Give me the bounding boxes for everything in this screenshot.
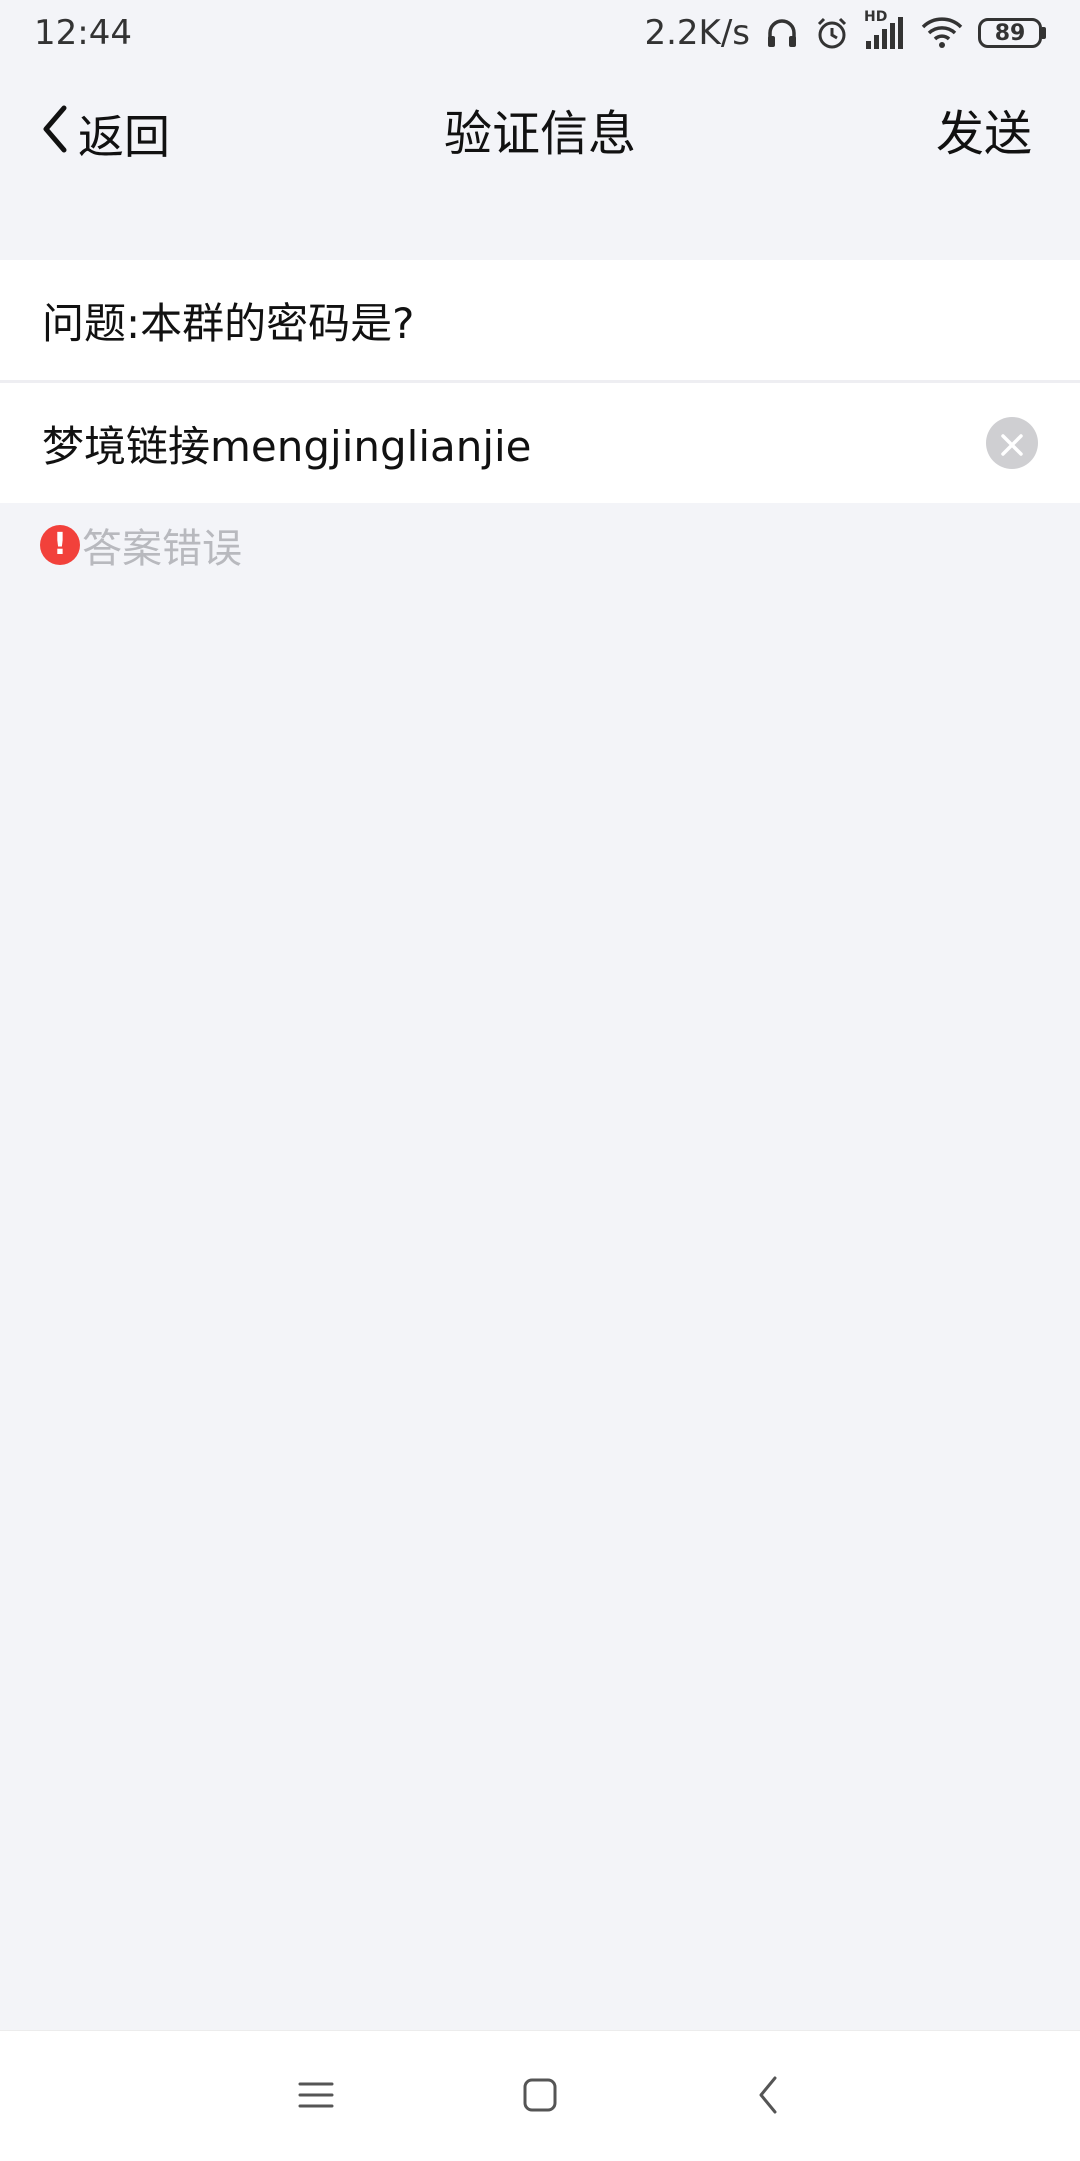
headphones-icon [764, 15, 800, 51]
clear-button[interactable] [986, 417, 1038, 469]
answer-field[interactable]: 梦境链接mengjinglianjie [0, 383, 1080, 503]
back-label: 返回 [78, 110, 170, 164]
signal-icon: HD [864, 9, 906, 51]
error-text: 答案错误 [82, 526, 242, 572]
navigation-bar [0, 2030, 1080, 2161]
send-button[interactable]: 发送 [936, 104, 1032, 164]
status-icons: 2.2K/s HD 89 [644, 9, 1046, 53]
close-icon [999, 419, 1025, 468]
alarm-icon [814, 15, 850, 51]
wifi-icon [920, 15, 964, 51]
error-icon: ! [40, 525, 80, 565]
signal-hd-label: HD [864, 9, 888, 25]
question-row: 问题:本群的密码是? [0, 260, 1080, 380]
home-icon[interactable] [518, 2073, 562, 2117]
network-speed: 2.2K/s [644, 13, 750, 53]
back-icon[interactable] [746, 2073, 790, 2117]
question-text: 问题:本群的密码是? [42, 298, 415, 348]
title-bar: 返回 验证信息 发送 [0, 66, 1080, 206]
status-bar: 12:44 2.2K/s HD 89 [0, 0, 1080, 66]
menu-icon[interactable] [294, 2073, 338, 2117]
status-time: 12:44 [34, 13, 132, 53]
battery-level: 89 [978, 18, 1042, 48]
battery-icon: 89 [978, 18, 1046, 48]
chevron-left-icon [40, 104, 70, 165]
answer-input-value[interactable]: 梦境链接mengjinglianjie [42, 413, 532, 474]
back-button[interactable]: 返回 [40, 104, 170, 164]
error-message: ! 答案错误 [40, 520, 242, 572]
